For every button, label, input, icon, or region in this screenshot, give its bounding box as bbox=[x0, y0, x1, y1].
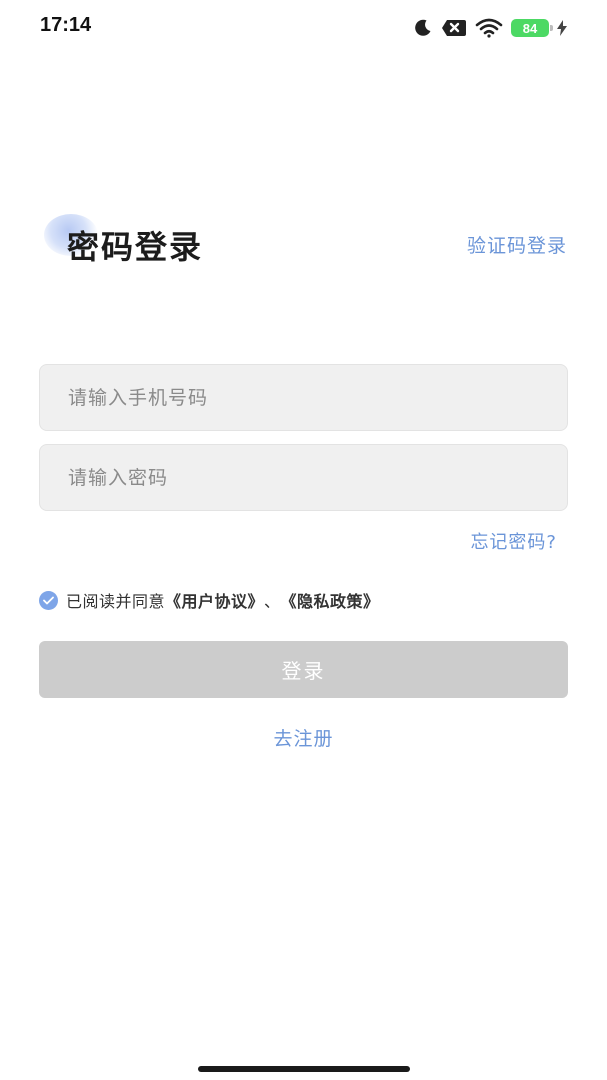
status-time: 17:14 bbox=[40, 14, 92, 36]
battery-icon: 84 bbox=[511, 19, 553, 37]
agreement-row: 已阅读并同意 《用户协议》 、 《隐私政策》 bbox=[39, 589, 380, 611]
wifi-icon bbox=[475, 18, 503, 38]
agreement-separator: 、 bbox=[264, 592, 281, 611]
status-icons: 84 bbox=[413, 16, 567, 40]
privacy-policy-link[interactable]: 《隐私政策》 bbox=[281, 588, 380, 612]
checkbox-checked-icon[interactable] bbox=[39, 590, 58, 610]
sms-login-link[interactable]: 验证码登录 bbox=[467, 231, 567, 258]
user-agreement-link[interactable]: 《用户协议》 bbox=[165, 588, 264, 612]
charging-icon bbox=[557, 20, 567, 36]
phone-field[interactable] bbox=[39, 364, 568, 431]
login-button[interactable]: 登录 bbox=[39, 641, 568, 698]
register-link[interactable]: 去注册 bbox=[0, 724, 607, 751]
moon-icon bbox=[413, 18, 433, 38]
battery-level: 84 bbox=[522, 20, 538, 36]
password-input[interactable] bbox=[40, 445, 567, 510]
home-indicator[interactable] bbox=[198, 1066, 410, 1072]
password-field[interactable] bbox=[39, 444, 568, 511]
agreement-prefix: 已阅读并同意 bbox=[66, 592, 166, 611]
phone-input[interactable] bbox=[40, 365, 567, 430]
login-screen: 17:14 84 密码登录 验证码登录 请输入手机号码 忘记密码? 已阅读并同意… bbox=[0, 0, 607, 1080]
page-title: 密码登录 bbox=[67, 228, 204, 266]
mute-icon bbox=[441, 19, 467, 37]
forgot-password-link[interactable]: 忘记密码? bbox=[470, 528, 557, 554]
